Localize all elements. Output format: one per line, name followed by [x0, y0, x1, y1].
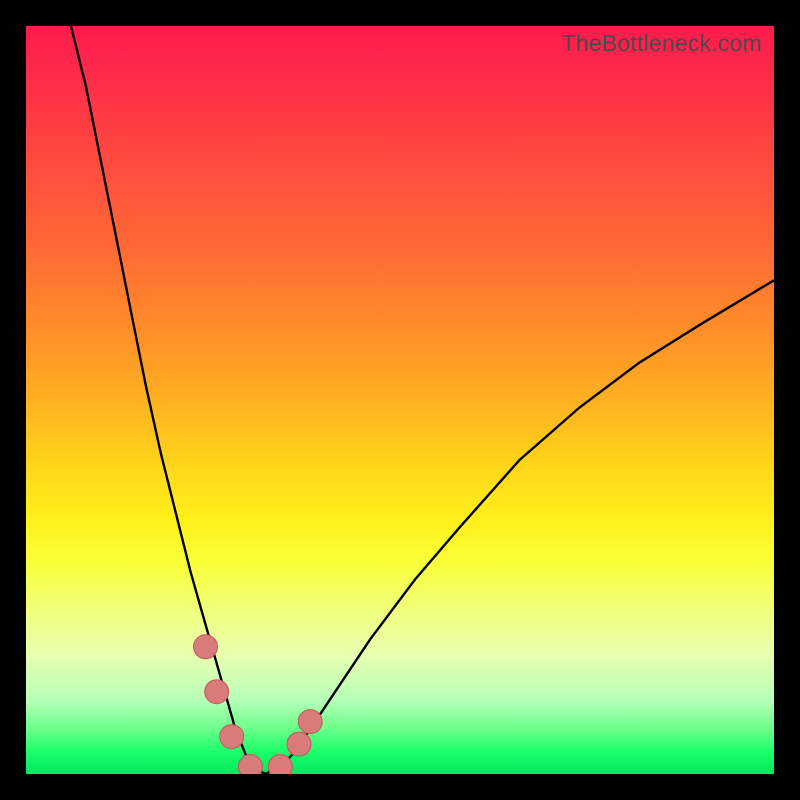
marker-point: [268, 755, 292, 775]
marker-point: [298, 710, 322, 734]
outer-frame: TheBottleneck.com: [0, 0, 800, 800]
marker-point: [205, 680, 229, 704]
marker-point: [194, 635, 218, 659]
plot-area: TheBottleneck.com: [26, 26, 774, 774]
bottleneck-curve: [71, 26, 774, 774]
marker-point: [238, 755, 262, 775]
marker-points: [194, 635, 323, 774]
curve-svg: [26, 26, 774, 774]
marker-point: [220, 725, 244, 749]
marker-point: [287, 732, 311, 756]
